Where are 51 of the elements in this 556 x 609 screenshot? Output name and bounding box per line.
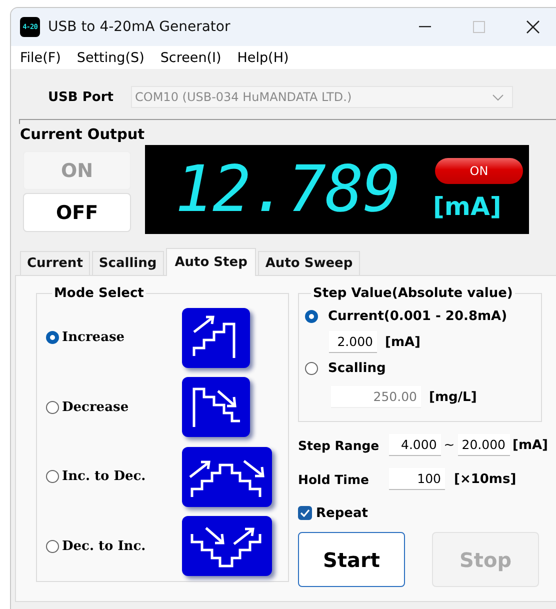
radio-button[interactable] [46,331,59,344]
group-title: Step Value(Absolute value) [312,286,514,301]
radio-label: Increase [62,330,125,346]
radio-button[interactable] [46,470,59,484]
stairs-up-icon[interactable] [182,308,250,368]
field-label: Hold Time [298,472,370,486]
checkbox-label: Repeat [316,506,368,520]
section-title: Current Output [20,127,146,143]
radio-label: Scalling [328,360,386,376]
output-indicator: ON [435,158,523,184]
action-button[interactable]: Start [298,532,405,587]
radio-label: Current(0.001 - 20.8mA) [328,308,508,324]
step-value-field[interactable]: 250.00 [331,386,421,408]
menu-item[interactable]: Help(H) [232,50,300,66]
group-title: Mode Select [53,286,145,301]
output-button[interactable]: OFF [23,193,131,232]
usb-port-label: USB Port [48,90,114,104]
stairs-peak-icon[interactable] [182,446,272,507]
menu-item[interactable]: Setting(S) [72,50,156,66]
menu-item[interactable]: File(F) [15,50,72,66]
current-reading: 12.789 [175,152,402,228]
tab[interactable]: Auto Sweep [258,251,360,275]
menu-item[interactable]: Screen(I) [155,50,232,66]
stairs-valley-icon[interactable] [182,516,272,576]
radio-label: Inc. to Dec. [62,469,146,484]
radio-button[interactable] [46,400,59,414]
tab[interactable]: Current [20,251,90,275]
range-end-field[interactable]: 20.000 [458,434,510,456]
range-start-field[interactable]: 4.000 [389,434,441,456]
unit-label: [mA] [433,192,502,221]
close-icon[interactable] [526,20,540,34]
unit-label: [mA] [512,438,548,452]
minimize-icon[interactable] [419,26,431,28]
field-label: Step Range [298,438,380,452]
unit-label: [mA] [385,334,420,350]
range-separator: ~ [444,438,455,452]
stairs-down-icon[interactable] [182,377,250,438]
tab[interactable]: Scalling [92,251,164,275]
radio-button[interactable] [305,362,318,374]
unit-label: [mg/L] [429,390,477,404]
radio-button[interactable] [305,310,318,322]
hold-time-field[interactable]: 100 [389,468,445,490]
step-value-field[interactable]: 2.000 [329,331,377,353]
chevron-down-icon [492,94,504,100]
tab[interactable]: Auto Step [166,248,256,276]
radio-label: Decrease [62,400,129,415]
radio-label: Dec. to Inc. [62,538,146,554]
repeat-checkbox[interactable] [298,506,312,520]
radio-button[interactable] [46,540,59,553]
window-title: USB to 4-20mA Generator [48,19,232,35]
unit-label: [×10ms] [454,472,516,486]
